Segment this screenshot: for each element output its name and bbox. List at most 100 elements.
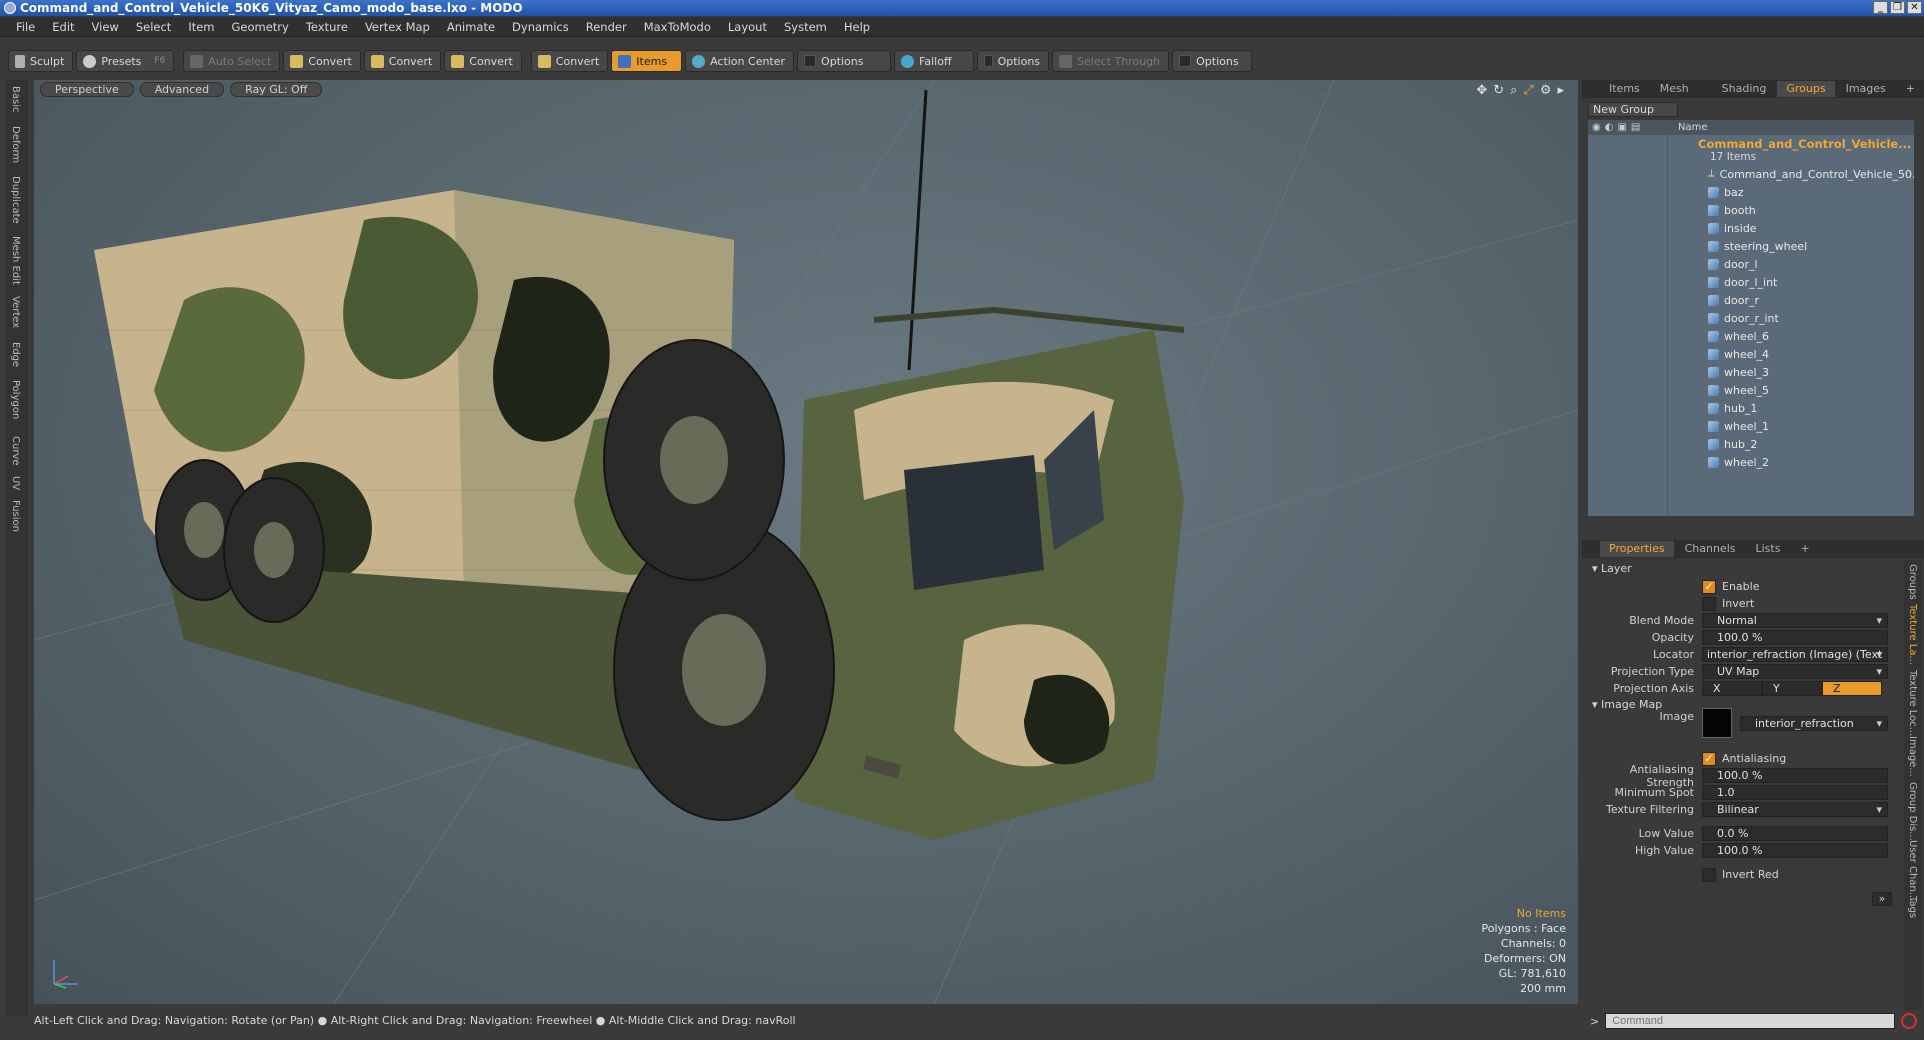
menu-item[interactable]: Item bbox=[180, 20, 223, 34]
invert-red-checkbox[interactable] bbox=[1702, 867, 1716, 882]
options-checkbox-3[interactable] bbox=[1179, 55, 1192, 67]
vtab-texture-locator[interactable]: Texture Loc... bbox=[1907, 670, 1918, 736]
opacity-field[interactable]: 100.0 % bbox=[1702, 630, 1888, 645]
tab-channels[interactable]: Channels bbox=[1676, 541, 1745, 557]
record-command-icon[interactable] bbox=[1901, 1013, 1918, 1029]
options-button-3[interactable]: Options bbox=[1172, 50, 1253, 72]
tab-fusion[interactable]: Fusion bbox=[10, 500, 21, 532]
enable-checkbox[interactable]: ✓ bbox=[1702, 579, 1716, 594]
image-dropdown[interactable]: interior_refraction bbox=[1740, 715, 1888, 731]
menu-texture[interactable]: Texture bbox=[298, 20, 357, 34]
min-spot-field[interactable]: 1.0 bbox=[1702, 785, 1888, 800]
add-prop-tab-icon[interactable]: + bbox=[1791, 541, 1818, 557]
image-thumbnail[interactable] bbox=[1702, 708, 1732, 738]
more-arrow-icon[interactable]: » bbox=[1872, 891, 1892, 906]
options-checkbox-2[interactable] bbox=[984, 55, 993, 67]
menu-vertex-map[interactable]: Vertex Map bbox=[357, 20, 439, 34]
low-value-field[interactable]: 0.0 % bbox=[1702, 826, 1888, 841]
tab-items[interactable]: Items bbox=[1600, 81, 1649, 97]
add-tab-icon[interactable]: + bbox=[1897, 81, 1924, 97]
3d-viewport[interactable]: Perspective Advanced Ray GL: Off ✥ ↻ ⌕ ⤢… bbox=[34, 80, 1578, 1004]
vtab-image[interactable]: Image... bbox=[1907, 736, 1918, 777]
restore-button[interactable]: ❐ bbox=[1890, 1, 1905, 14]
advanced-dropdown[interactable]: Advanced bbox=[139, 81, 225, 97]
pan-icon[interactable]: ✥ bbox=[1476, 83, 1487, 98]
tab-properties[interactable]: Properties bbox=[1600, 541, 1674, 557]
axis-z-button[interactable]: Z bbox=[1822, 681, 1882, 696]
new-group-button[interactable]: New Group bbox=[1588, 102, 1678, 117]
sculpt-button[interactable]: Sculpt bbox=[8, 50, 74, 72]
menu-layout[interactable]: Layout bbox=[720, 20, 776, 34]
tab-images[interactable]: Images bbox=[1837, 81, 1895, 97]
tab-lists[interactable]: Lists bbox=[1747, 541, 1790, 557]
tab-groups[interactable]: Groups bbox=[1777, 81, 1835, 97]
axis-y-button[interactable]: Y bbox=[1762, 681, 1822, 696]
tab-duplicate[interactable]: Duplicate bbox=[10, 176, 21, 224]
high-value-field[interactable]: 100.0 % bbox=[1702, 843, 1888, 858]
menu-maxtomodo[interactable]: MaxToModo bbox=[636, 20, 720, 34]
menu-view[interactable]: View bbox=[84, 20, 128, 34]
tex-filter-dropdown[interactable]: Bilinear bbox=[1702, 802, 1888, 817]
fit-icon[interactable]: ⤢ bbox=[1523, 83, 1533, 98]
projection-type-dropdown[interactable]: UV Map bbox=[1702, 664, 1888, 679]
action-center-button[interactable]: Action Center bbox=[685, 50, 795, 72]
options-button-2[interactable]: Options bbox=[977, 50, 1050, 72]
convert-button-4[interactable]: Convert bbox=[530, 50, 609, 72]
menu-dynamics[interactable]: Dynamics bbox=[504, 20, 578, 34]
convert-button-1[interactable]: Convert bbox=[283, 50, 361, 72]
menu-render[interactable]: Render bbox=[578, 20, 636, 34]
render-icon[interactable]: ◐ bbox=[1605, 122, 1614, 133]
options-button-1[interactable]: Options bbox=[797, 50, 892, 72]
vtab-group-display[interactable]: Group Dis... bbox=[1907, 782, 1918, 841]
tab-uv[interactable]: UV bbox=[10, 476, 21, 490]
vtab-user-channels[interactable]: User Chan... bbox=[1907, 840, 1918, 901]
layer-section-header[interactable]: ▾ Layer bbox=[1592, 562, 1632, 575]
aa-strength-field[interactable]: 100.0 % bbox=[1702, 768, 1888, 783]
presets-button[interactable]: Presets F6 bbox=[76, 50, 175, 72]
items-mode-button[interactable]: Items bbox=[611, 50, 683, 72]
convert-button-3[interactable]: Convert bbox=[444, 50, 522, 72]
convert-button-2[interactable]: Convert bbox=[363, 50, 442, 72]
zoom-icon[interactable]: ⌕ bbox=[1510, 83, 1517, 98]
minimize-button[interactable]: _ bbox=[1873, 1, 1888, 14]
raygl-toggle[interactable]: Ray GL: Off bbox=[230, 81, 323, 97]
visibility-eye-icon[interactable]: ◉ bbox=[1592, 122, 1601, 133]
close-button[interactable]: ✕ bbox=[1907, 1, 1922, 14]
tab-mesh-edit[interactable]: Mesh Edit bbox=[10, 236, 21, 285]
tab-edge[interactable]: Edge bbox=[10, 342, 21, 367]
tab-vertex[interactable]: Vertex bbox=[10, 296, 21, 328]
rotate-icon[interactable]: ↻ bbox=[1493, 83, 1504, 98]
tab-mesh[interactable]: Mesh ... bbox=[1651, 81, 1711, 111]
groups-tree[interactable]: ◉ ◐ ▣ ▤ Name Command_and_Control_Vehicle… bbox=[1588, 120, 1914, 516]
locator-dropdown[interactable]: interior_refraction (Image) (Text ... bbox=[1702, 647, 1888, 674]
vtab-groups[interactable]: Groups bbox=[1907, 564, 1918, 600]
vtab-tags[interactable]: Tags bbox=[1907, 896, 1918, 918]
select-through-button[interactable]: Select Through bbox=[1052, 50, 1170, 72]
auto-select-button[interactable]: Auto Select bbox=[183, 50, 281, 72]
tab-shading[interactable]: Shading bbox=[1713, 81, 1776, 97]
invert-checkbox[interactable] bbox=[1702, 596, 1716, 611]
axis-x-button[interactable]: X bbox=[1702, 681, 1762, 696]
menu-geometry[interactable]: Geometry bbox=[224, 20, 298, 34]
tab-deform[interactable]: Deform bbox=[10, 126, 21, 163]
tab-curve[interactable]: Curve bbox=[10, 436, 21, 466]
antialiasing-checkbox[interactable]: ✓ bbox=[1702, 751, 1716, 766]
menu-select[interactable]: Select bbox=[128, 20, 180, 34]
menu-edit[interactable]: Edit bbox=[44, 20, 83, 34]
blend-mode-dropdown[interactable]: Normal bbox=[1702, 613, 1888, 628]
menu-help[interactable]: Help bbox=[836, 20, 879, 34]
lock-icon[interactable]: ▣ bbox=[1617, 122, 1626, 133]
options-checkbox-1[interactable] bbox=[804, 55, 817, 67]
tab-basic[interactable]: Basic bbox=[10, 86, 21, 112]
settings-gear-icon[interactable]: ⚙ bbox=[1540, 83, 1552, 98]
tab-polygon[interactable]: Polygon bbox=[10, 380, 21, 419]
falloff-button[interactable]: Falloff bbox=[894, 50, 975, 72]
select-icon[interactable]: ▤ bbox=[1631, 122, 1640, 133]
view-mode-dropdown[interactable]: Perspective bbox=[40, 81, 134, 97]
menu-system[interactable]: System bbox=[776, 20, 836, 34]
expand-arrow-icon[interactable]: ▸ bbox=[1557, 83, 1564, 98]
menu-file[interactable]: File bbox=[8, 20, 44, 34]
menu-animate[interactable]: Animate bbox=[439, 20, 504, 34]
vtab-texture-layers[interactable]: Texture La... bbox=[1907, 604, 1918, 665]
command-input[interactable] bbox=[1605, 1013, 1896, 1029]
